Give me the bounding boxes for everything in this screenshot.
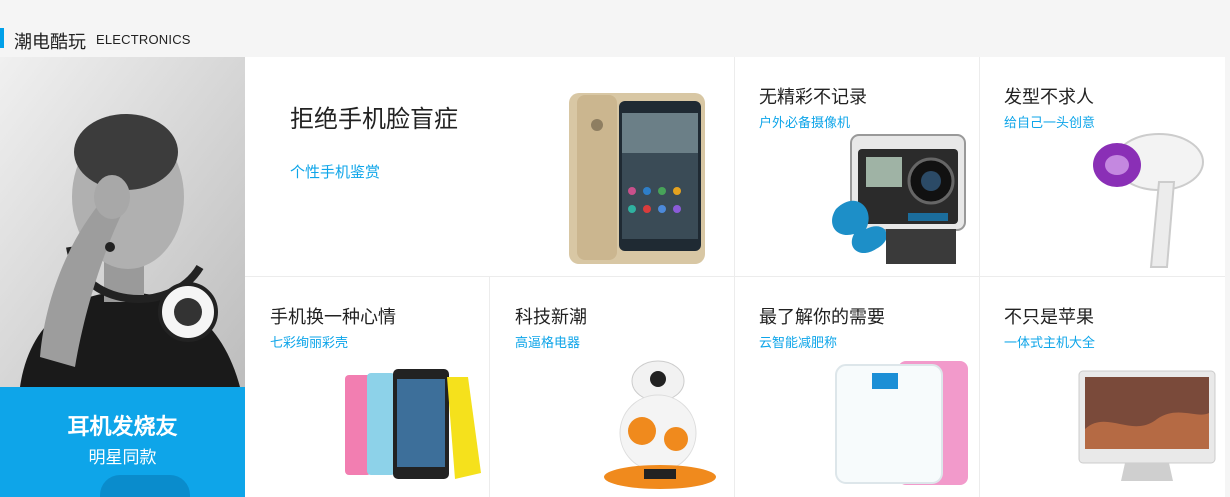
promo-title: 耳机发烧友 xyxy=(67,415,178,440)
celebrity-photo xyxy=(0,57,245,387)
action-camera-icon xyxy=(832,134,966,264)
tile-subtitle[interactable]: 给自己一头创意 xyxy=(1004,112,1095,131)
smartphone-icon xyxy=(569,93,705,264)
product-grid: 耳机发烧友 明星同款 拒绝手机脸盲症 个性手机鉴赏 无精彩不记录 户外必备摄像机… xyxy=(0,57,1225,497)
tile-scale[interactable]: 最了解你的需要 云智能减肥称 xyxy=(734,277,979,497)
bb8-robot-icon xyxy=(604,360,716,489)
hair-dryer-icon xyxy=(1093,133,1204,268)
divider xyxy=(245,276,1225,277)
promo-subtitle: 明星同款 xyxy=(88,448,157,468)
section-title: 潮电酷玩 xyxy=(14,32,86,53)
promo-banner-headphones[interactable]: 耳机发烧友 明星同款 xyxy=(0,57,245,497)
tile-tech[interactable]: 科技新潮 高逼格电器 xyxy=(490,277,734,497)
colored-phones-icon xyxy=(345,369,481,479)
tile-subtitle[interactable]: 七彩绚丽彩壳 xyxy=(270,332,348,351)
tile-subtitle[interactable]: 高逼格电器 xyxy=(515,332,580,351)
section-accent-bar xyxy=(0,28,4,48)
tile-subtitle[interactable]: 个性手机鉴赏 xyxy=(290,161,380,182)
tile-title: 发型不求人 xyxy=(1004,87,1094,108)
section-header: 潮电酷玩 ELECTRONICS xyxy=(0,28,1230,53)
all-in-one-pc-icon xyxy=(1078,370,1216,481)
section-subtitle: ELECTRONICS xyxy=(96,32,191,47)
divider xyxy=(489,277,490,497)
promo-tab-shape xyxy=(100,475,190,497)
tile-title: 手机换一种心情 xyxy=(270,307,396,328)
tile-subtitle[interactable]: 一体式主机大全 xyxy=(1004,332,1095,351)
smart-scale-icon xyxy=(835,361,968,485)
tile-phone-cases[interactable]: 手机换一种心情 七彩绚丽彩壳 xyxy=(245,277,489,497)
tile-title: 最了解你的需要 xyxy=(759,307,885,328)
tile-phone-face[interactable]: 拒绝手机脸盲症 个性手机鉴赏 xyxy=(245,57,734,276)
divider xyxy=(979,57,980,497)
divider xyxy=(734,57,735,497)
tile-camera[interactable]: 无精彩不记录 户外必备摄像机 xyxy=(734,57,979,276)
tile-all-in-one[interactable]: 不只是苹果 一体式主机大全 xyxy=(979,277,1225,497)
tile-title: 拒绝手机脸盲症 xyxy=(290,105,458,133)
tile-title: 科技新潮 xyxy=(515,307,587,328)
tile-subtitle[interactable]: 云智能减肥称 xyxy=(759,332,837,351)
promo-label-box: 耳机发烧友 明星同款 xyxy=(0,387,245,497)
tile-title: 不只是苹果 xyxy=(1004,307,1094,328)
tile-title: 无精彩不记录 xyxy=(759,87,867,108)
tile-hair-dryer[interactable]: 发型不求人 给自己一头创意 xyxy=(979,57,1225,276)
